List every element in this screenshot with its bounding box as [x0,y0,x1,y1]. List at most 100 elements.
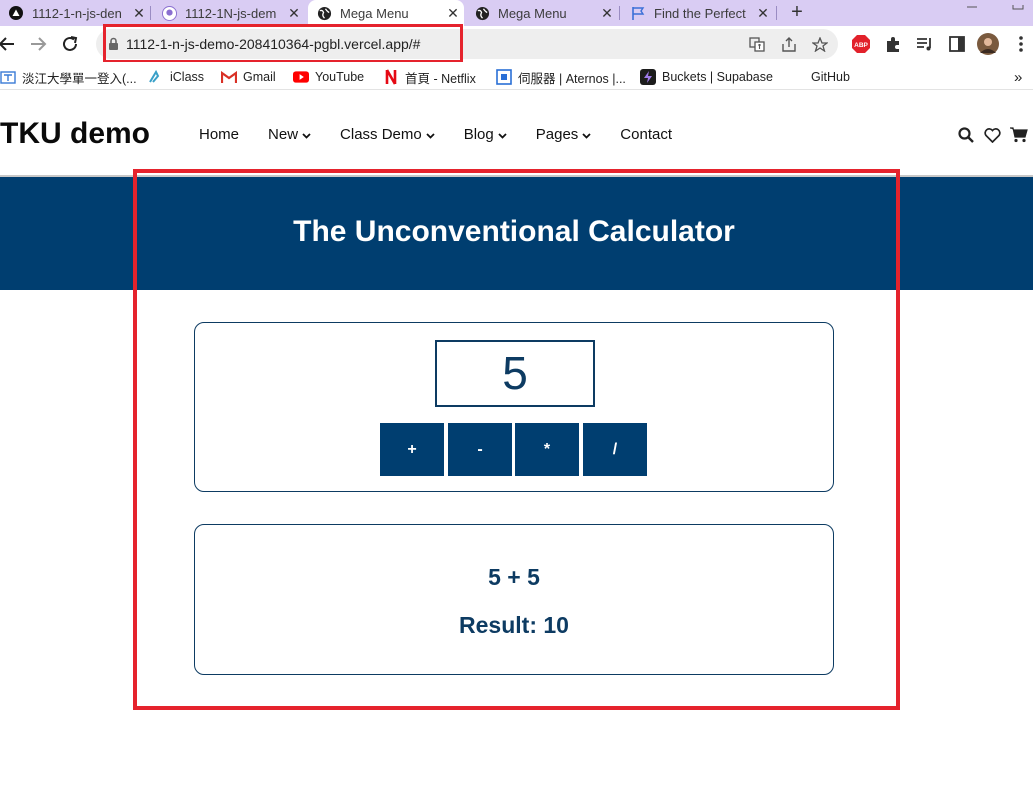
main-nav: Home New Class Demo Blog Pages Contact [199,126,701,143]
browser-menu-icon[interactable] [1010,33,1032,55]
bookmark-iclass[interactable]: iClass [148,68,204,86]
close-tab-icon[interactable]: ✕ [596,5,618,22]
tab-title: Mega Menu [498,5,567,21]
search-icon[interactable] [957,126,975,144]
page-banner: The Unconventional Calculator [0,177,1033,290]
reload-icon[interactable] [59,33,81,55]
tku-icon [0,69,16,85]
netflix-icon [383,69,399,85]
new-tab-button[interactable]: + [786,0,808,26]
bookmark-github[interactable]: GitHub [811,68,850,86]
site-logo[interactable]: TKU demo [0,117,150,151]
browser-tab-2[interactable]: 1112-1N-js-dem ✕ [153,0,305,26]
heart-icon[interactable] [983,126,1001,144]
supabase-icon [640,69,656,85]
chevron-down-icon [426,126,435,143]
result-panel: 5 + 5 Result: 10 [194,524,834,675]
adblock-icon[interactable]: ABP [850,33,872,55]
youtube-icon [293,69,309,85]
nav-label: Contact [620,126,672,143]
minimize-icon[interactable] [966,0,978,10]
bookmark-aternos[interactable]: 伺服器 | Aternos |... [496,68,626,86]
nav-item-blog[interactable]: Blog [464,126,507,143]
extensions-puzzle-icon[interactable] [882,33,904,55]
browser-tab-1[interactable]: 1112-1-n-js-den ✕ [0,0,150,26]
tab-title: Find the Perfect [654,5,746,21]
bookmarks-bar: 淡江大學單一登入(... iClass Gmail YouTube 首頁 - N… [0,62,1033,90]
bookmark-label: 伺服器 | Aternos |... [518,71,626,86]
bookmark-label: Buckets | Supabase [662,70,773,84]
tab-separator [776,6,777,20]
bookmark-tku-sso[interactable]: 淡江大學單一登入(... [0,68,137,86]
tab-separator [619,6,620,20]
multiply-button[interactable]: * [515,423,579,476]
browser-tab-4[interactable]: Mega Menu ✕ [466,0,618,26]
number-input[interactable]: 5 [435,340,595,407]
bookmark-supabase[interactable]: Buckets | Supabase [640,68,773,86]
subtract-button[interactable]: - [448,423,512,476]
back-arrow-icon[interactable] [0,33,18,55]
close-tab-icon[interactable]: ✕ [283,5,305,22]
nav-label: New [268,126,299,143]
close-tab-icon[interactable]: ✕ [442,5,464,22]
translate-icon[interactable] [748,36,766,52]
bookmark-label: iClass [170,70,205,84]
browser-toolbar: 1112-1-n-js-demo-208410364-pgbl.vercel.a… [0,26,1033,62]
media-queue-icon[interactable] [914,33,936,55]
bookmark-youtube[interactable]: YouTube [293,68,364,86]
gmail-icon [221,69,237,85]
flag-icon [630,5,646,21]
globe-icon [316,5,332,21]
close-tab-icon[interactable]: ✕ [752,5,774,22]
more-bookmarks-chevron-icon[interactable]: » [1014,68,1022,86]
share-icon[interactable] [780,36,798,52]
bookmark-label: YouTube [315,70,365,84]
bookmark-label: 淡江大學單一登入(... [22,71,137,86]
chevron-down-icon [498,126,507,143]
aternos-icon [496,69,512,85]
side-panel-icon[interactable] [946,33,968,55]
tab-title: 1112-1N-js-dem [185,5,277,21]
nav-label: Class Demo [340,126,422,143]
close-tab-icon[interactable]: ✕ [128,5,150,22]
nav-item-new[interactable]: New [268,126,311,143]
github-icon [161,5,177,21]
nav-label: Home [199,126,240,143]
star-icon[interactable] [811,36,829,52]
bookmark-netflix[interactable]: 首頁 - Netflix [383,68,476,86]
maximize-icon[interactable] [1012,0,1024,10]
address-bar[interactable]: 1112-1-n-js-demo-208410364-pgbl.vercel.a… [96,29,838,59]
vercel-triangle-icon [8,5,24,21]
bookmark-label: Gmail [243,70,276,84]
add-button[interactable]: + [380,423,444,476]
nav-item-home[interactable]: Home [199,126,239,143]
browser-tab-5[interactable]: Find the Perfect ✕ [622,0,774,26]
iclass-icon [148,69,164,85]
globe-icon [474,5,490,21]
calculation-result: Result: 10 [459,612,569,638]
cart-icon[interactable] [1010,126,1028,144]
profile-avatar-icon[interactable] [977,33,999,55]
browser-tab-strip: 1112-1-n-js-den ✕ 1112-1N-js-dem ✕ Mega … [0,0,1033,26]
svg-text:ABP: ABP [854,42,868,49]
bookmark-gmail[interactable]: Gmail [221,68,276,86]
nav-label: Pages [535,126,579,143]
calculator-panel: 5 + - * / [194,322,834,492]
nav-item-class-demo[interactable]: Class Demo [340,126,435,143]
site-header: TKU demo Home New Class Demo Blog Pages … [0,95,1033,175]
bookmark-label: 首頁 - Netflix [405,71,476,86]
calculation-expression: 5 + 5 [488,564,540,590]
lock-icon [108,37,119,55]
page-title: The Unconventional Calculator [293,215,735,248]
forward-arrow-icon[interactable] [27,33,49,55]
tab-title: Mega Menu [340,5,409,21]
divide-button[interactable]: / [583,423,647,476]
url-text[interactable]: 1112-1-n-js-demo-208410364-pgbl.vercel.a… [126,36,420,52]
chevron-down-icon [582,126,591,143]
tab-title: 1112-1-n-js-den [32,5,122,21]
nav-label: Blog [463,126,494,143]
bookmark-label: GitHub [811,70,850,84]
nav-item-contact[interactable]: Contact [620,126,672,143]
nav-item-pages[interactable]: Pages [536,126,592,143]
browser-tab-3-active[interactable]: Mega Menu ✕ [308,0,464,26]
